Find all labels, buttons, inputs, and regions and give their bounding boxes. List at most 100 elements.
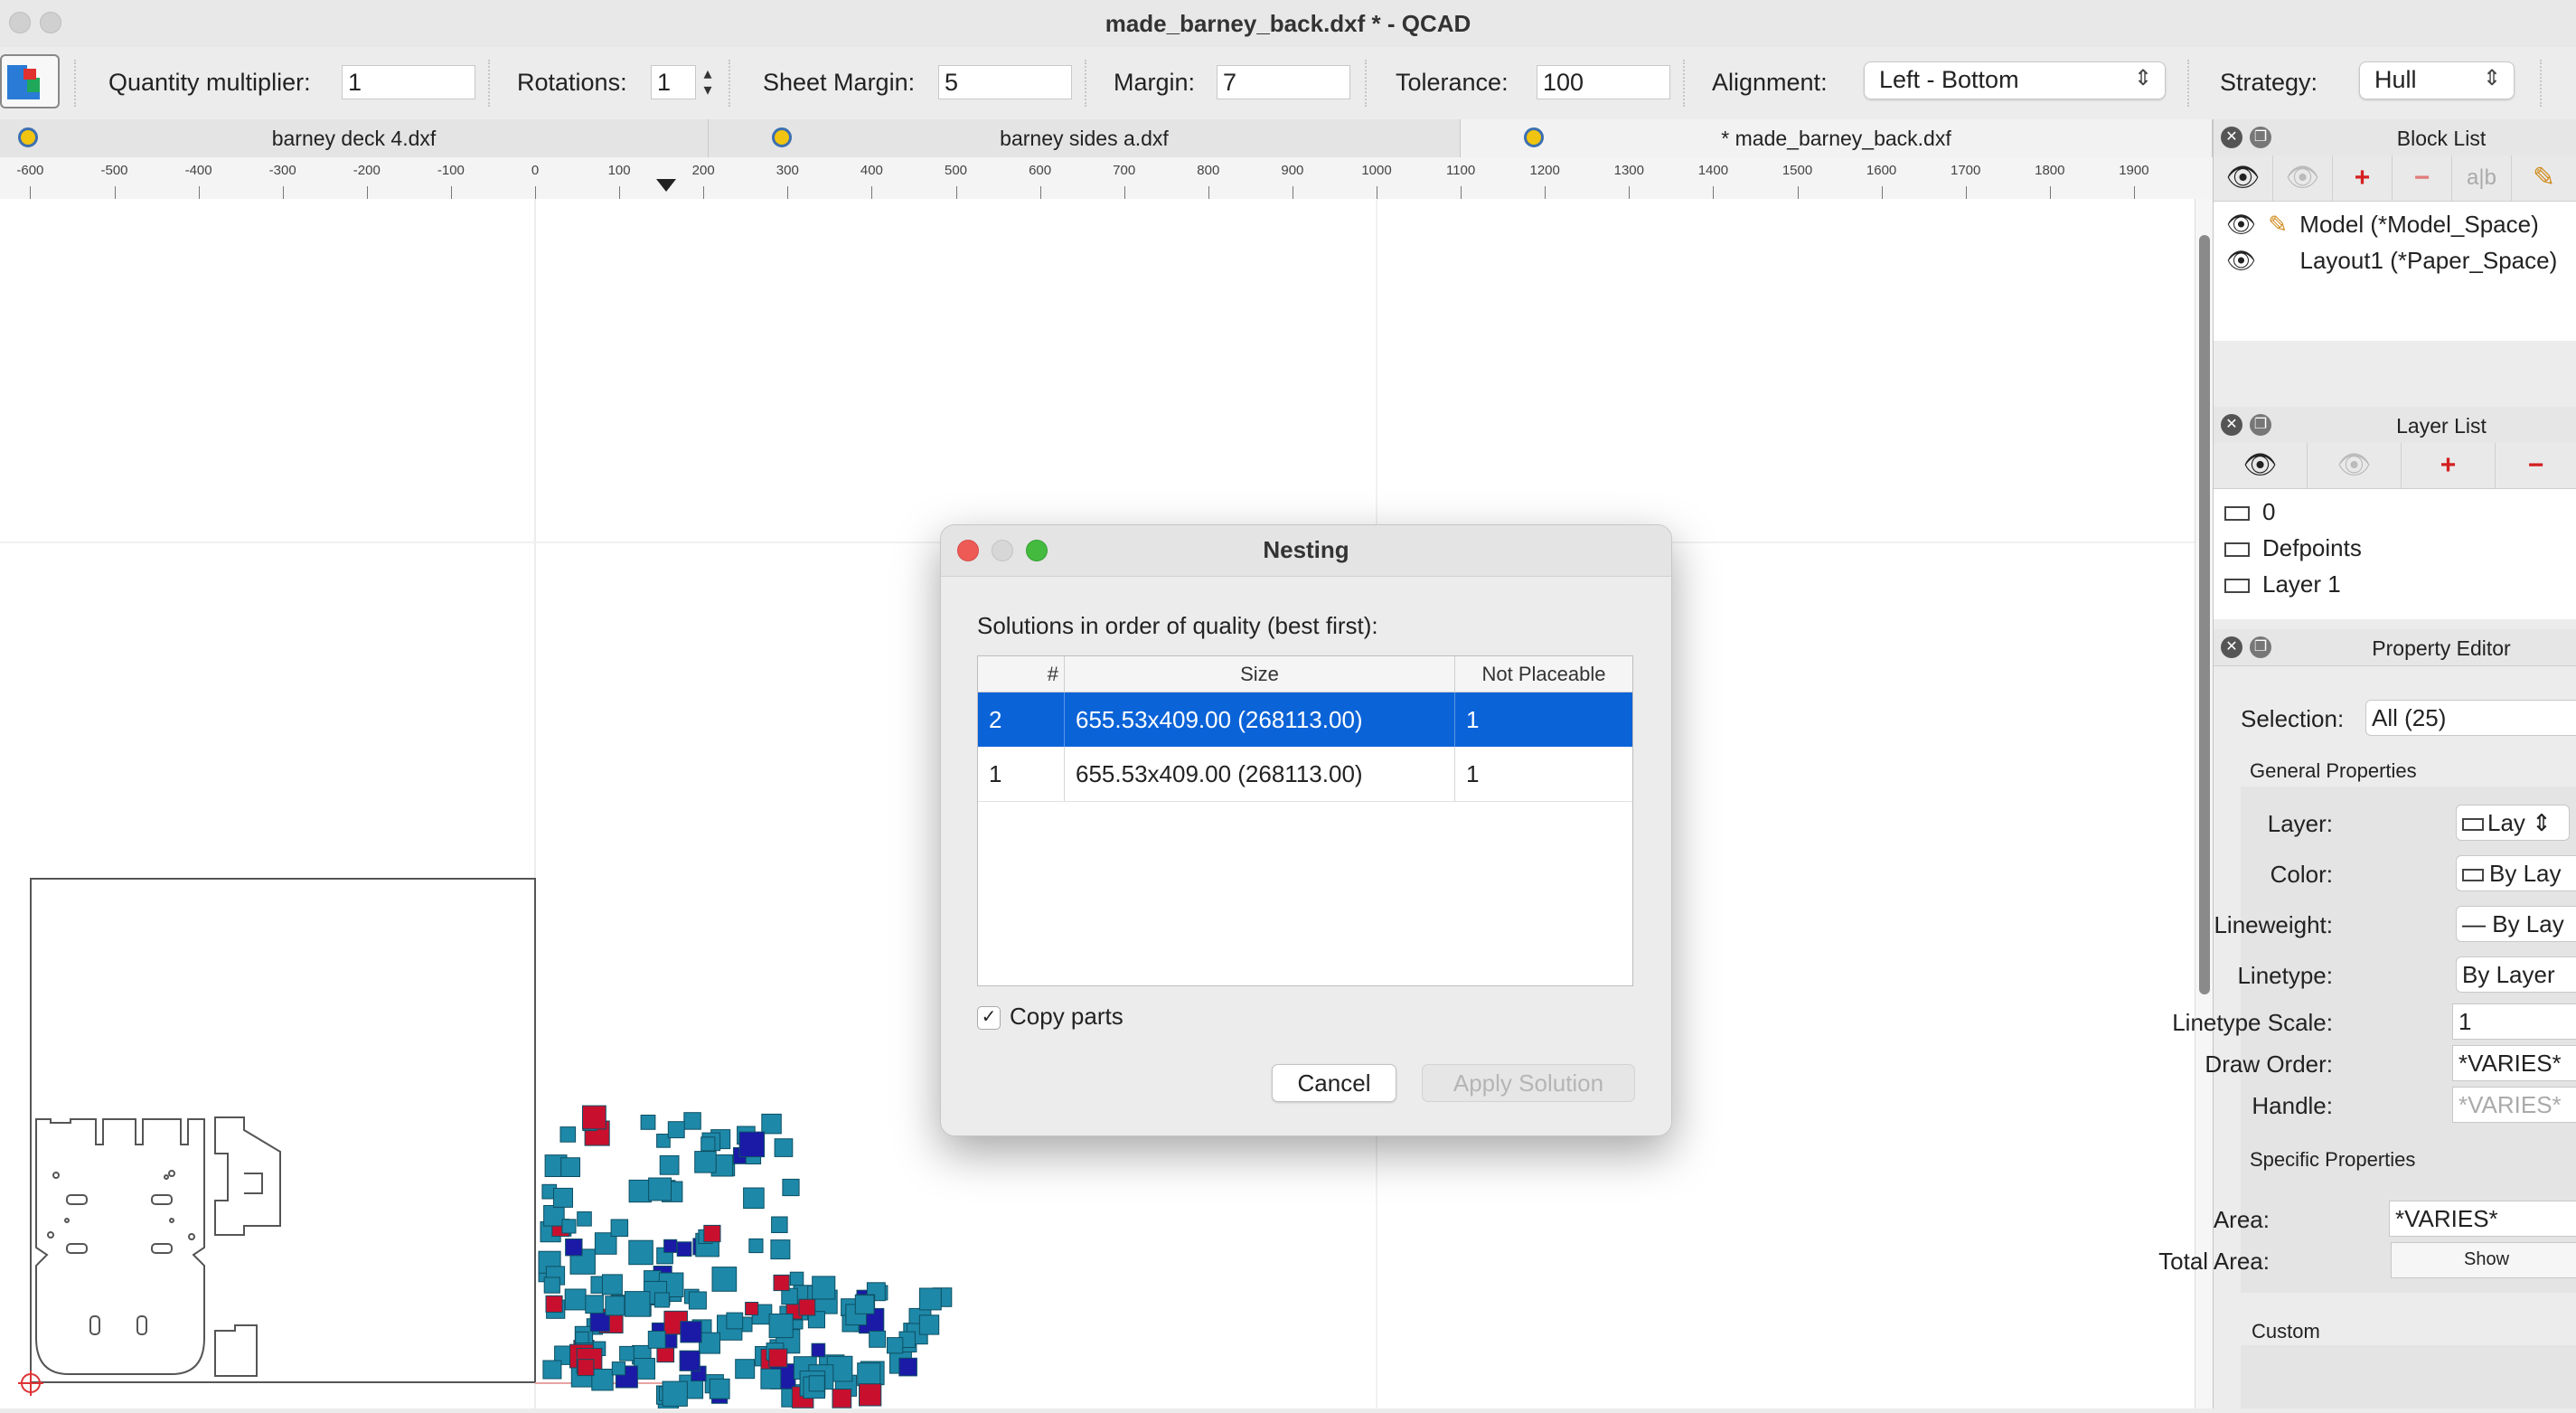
select-chevron-icon: ⇕: [2482, 66, 2501, 90]
ruler-label: -100: [437, 163, 465, 178]
list-item[interactable]: Layer 1: [2224, 570, 2341, 598]
nested-part: [898, 1357, 917, 1377]
nested-part: [565, 1239, 583, 1257]
rotations-stepper[interactable]: ▴ ▾: [698, 65, 718, 99]
eye-icon: 👁: [2226, 247, 2257, 274]
nested-part: [735, 1359, 756, 1380]
show-all-blocks-button[interactable]: 👁: [2214, 155, 2273, 201]
show-total-area-button[interactable]: Show: [2391, 1242, 2576, 1278]
apply-solution-button[interactable]: Apply Solution: [1422, 1064, 1635, 1102]
tab-barney-sides[interactable]: barney sides a.dxf: [709, 119, 1461, 157]
nested-part: [591, 1369, 614, 1391]
scrollbar-thumb[interactable]: [2199, 235, 2210, 994]
handle-label: Handle:: [2252, 1092, 2333, 1119]
margin-input[interactable]: [1217, 65, 1350, 99]
close-panel-icon[interactable]: ✕: [2221, 414, 2242, 436]
selection-value: All (25): [2372, 704, 2447, 731]
list-item[interactable]: 0: [2224, 498, 2275, 526]
row-not-placeable: 1: [1466, 706, 1480, 733]
specific-properties-heading: Specific Properties: [2250, 1148, 2416, 1171]
list-item[interactable]: Defpoints: [2224, 534, 2362, 562]
row-number: 1: [978, 747, 1065, 801]
cancel-button[interactable]: Cancel: [1272, 1064, 1396, 1102]
copy-parts-checkbox[interactable]: ✓ Copy parts: [977, 1003, 1123, 1031]
layer-list-title: Layer List: [2396, 414, 2487, 438]
nested-part: [601, 1274, 623, 1295]
float-panel-icon[interactable]: ❐: [2250, 636, 2271, 658]
table-row[interactable]: 2 655.53x409.00 (268113.00) 1: [978, 692, 1632, 747]
hide-all-blocks-button[interactable]: 👁: [2273, 155, 2333, 201]
tab-made-barney-back[interactable]: * made_barney_back.dxf: [1461, 119, 2213, 157]
row-size: 655.53x409.00 (268113.00): [1065, 747, 1455, 801]
float-panel-icon[interactable]: ❐: [2250, 414, 2271, 436]
close-panel-icon[interactable]: ✕: [2221, 636, 2242, 658]
strategy-select[interactable]: Hull ⇕: [2359, 61, 2515, 99]
remove-block-button[interactable]: −: [2393, 155, 2452, 201]
alignment-select[interactable]: Left - Bottom ⇕: [1864, 61, 2166, 99]
solutions-heading: Solutions in order of quality (best firs…: [977, 612, 1378, 639]
close-panel-icon[interactable]: ✕: [2221, 127, 2242, 148]
linetype-prop-select[interactable]: By Layer: [2456, 956, 2576, 993]
layer-color-swatch: [2224, 506, 2250, 522]
draw-order-input[interactable]: *VARIES*: [2452, 1045, 2576, 1081]
nested-part: [559, 1126, 577, 1143]
lineweight-prop-label: Lineweight:: [2214, 911, 2333, 938]
sheet-margin-input[interactable]: [938, 65, 1072, 99]
float-panel-icon[interactable]: ❐: [2250, 127, 2271, 148]
ruler-label: 1000: [1361, 163, 1392, 178]
tab-barney-deck[interactable]: barney deck 4.dxf: [0, 119, 709, 157]
nested-part: [653, 1292, 670, 1308]
bracket-part-outline: [214, 1116, 281, 1236]
hide-all-layers-button[interactable]: 👁: [2308, 443, 2402, 488]
ruler-label: 1700: [1951, 163, 1981, 178]
ruler-label: 1600: [1866, 163, 1897, 178]
layer-prop-select[interactable]: Lay ⇕: [2456, 805, 2570, 841]
checkmark-icon[interactable]: ✓: [977, 1006, 1001, 1031]
color-prop-select[interactable]: By Lay: [2456, 855, 2576, 891]
linetype-prop-label: Linetype:: [2237, 962, 2333, 989]
ruler-label: 1100: [1445, 163, 1476, 178]
ruler-label: 1400: [1697, 163, 1729, 178]
list-item[interactable]: 👁 ✎ Model (*Model_Space): [2226, 211, 2539, 239]
nested-part: [782, 1178, 800, 1197]
nested-part: [918, 1287, 942, 1311]
column-header-not-placeable[interactable]: Not Placeable: [1455, 656, 1632, 692]
canvas-scrollbar[interactable]: [2195, 199, 2214, 1408]
ruler-label: 100: [607, 163, 631, 178]
lineweight-prop-select[interactable]: — By Lay: [2456, 906, 2576, 942]
linetype-scale-input[interactable]: 1: [2452, 1003, 2576, 1040]
table-row[interactable]: 1 655.53x409.00 (268113.00) 1: [978, 747, 1632, 802]
ruler-label: 300: [776, 163, 799, 178]
nested-part: [610, 1219, 629, 1237]
draw-order-label: Draw Order:: [2205, 1050, 2333, 1078]
ruler-label: 400: [860, 163, 883, 178]
add-block-button[interactable]: +: [2333, 155, 2393, 201]
remove-layer-button[interactable]: −: [2496, 443, 2576, 488]
list-item[interactable]: 👁 Layout1 (*Paper_Space): [2226, 247, 2557, 275]
ruler-tick: [2049, 186, 2051, 199]
ruler-tick: [955, 186, 957, 199]
ruler-tick: [30, 186, 32, 199]
eye-icon: 👁: [2226, 211, 2257, 238]
draw-order-value: *VARIES*: [2458, 1050, 2562, 1077]
rename-block-button[interactable]: a|b: [2452, 155, 2512, 201]
column-header-size[interactable]: Size: [1065, 656, 1455, 692]
alignment-label: Alignment:: [1712, 69, 1828, 96]
ruler-label: 1900: [2119, 163, 2149, 178]
area-input[interactable]: *VARIES*: [2389, 1201, 2576, 1237]
ruler-tick: [2133, 186, 2135, 199]
column-header-number[interactable]: #: [978, 656, 1065, 692]
tolerance-input[interactable]: [1537, 65, 1670, 99]
add-layer-button[interactable]: +: [2402, 443, 2496, 488]
nesting-tool-button[interactable]: [0, 54, 60, 108]
nested-part: [624, 1291, 651, 1317]
rotations-input[interactable]: [651, 65, 696, 99]
ruler-tick: [1461, 186, 1462, 199]
selection-select[interactable]: All (25): [2365, 700, 2576, 736]
quantity-multiplier-input[interactable]: [342, 65, 475, 99]
show-all-layers-button[interactable]: 👁: [2214, 443, 2308, 488]
nested-part: [703, 1224, 721, 1243]
sheet-outline: [30, 878, 536, 1383]
edit-block-button[interactable]: ✎: [2512, 155, 2576, 201]
rename-icon: a|b: [2467, 165, 2496, 190]
